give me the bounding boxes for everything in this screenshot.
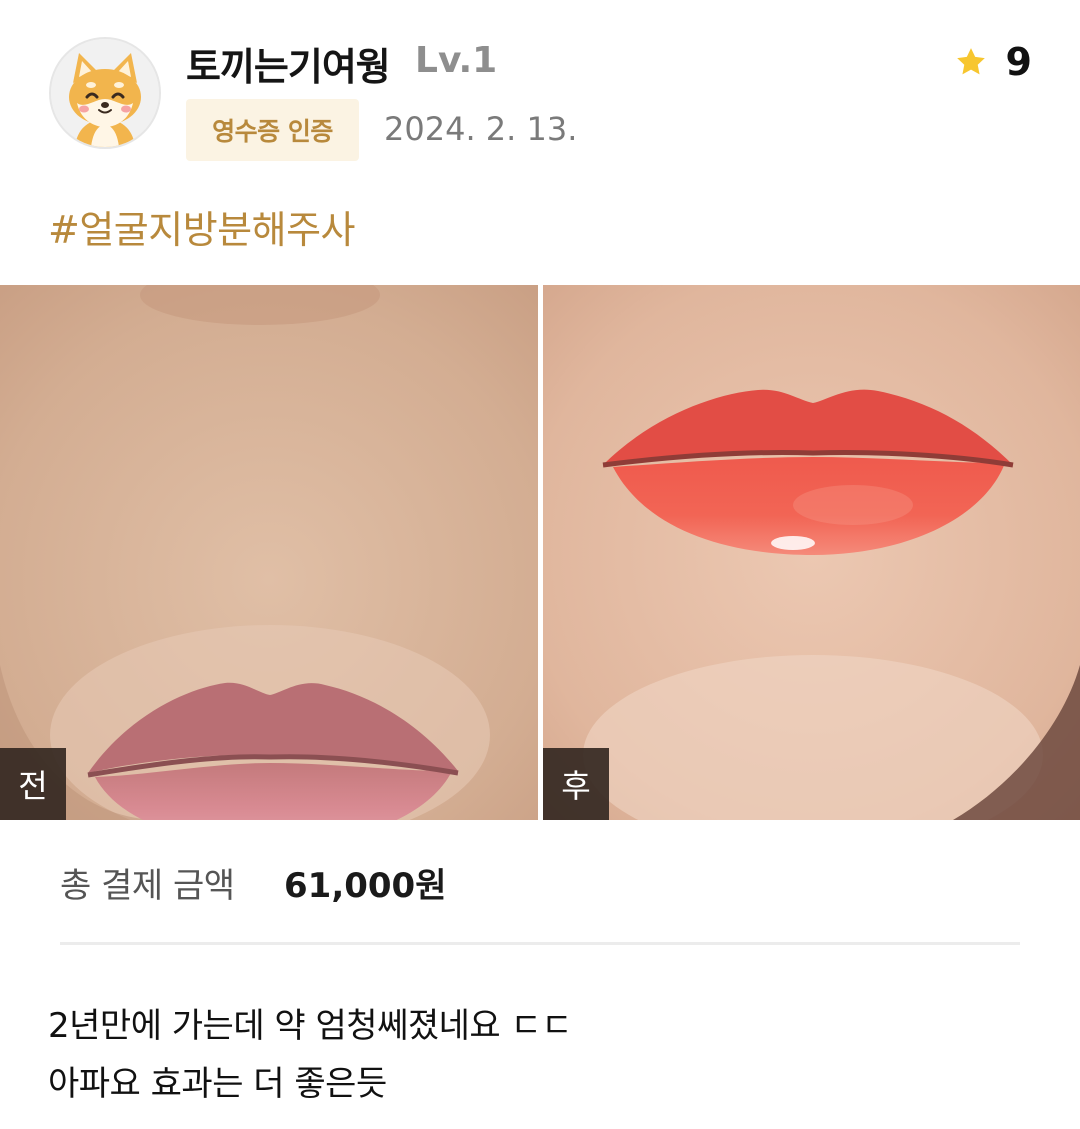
treatment-hashtag[interactable]: #얼굴지방분해주사 (48, 199, 356, 254)
shiba-dog-avatar-icon (51, 39, 159, 147)
post-date: 2024. 2. 13. (384, 110, 578, 148)
receipt-verified-badge: 영수증 인증 (186, 99, 359, 161)
review-line: 아파요 효과는 더 좋은듯 (48, 1064, 387, 1104)
after-lips-image (543, 285, 1080, 820)
before-label: 전 (0, 748, 66, 820)
before-lips-image (0, 285, 538, 820)
payment-amount: 61,000원 (284, 866, 447, 906)
payment-label: 총 결제 금액 (60, 866, 235, 906)
before-photo[interactable]: 전 (0, 285, 538, 820)
review-text: 2년만에 가는데 약 엄청쎄졌네요 ㄷㄷ 아파요 효과는 더 좋은듯 (48, 997, 573, 1113)
review-line: 2년만에 가는데 약 엄청쎄졌네요 ㄷㄷ (48, 1006, 573, 1046)
avatar[interactable] (49, 37, 161, 149)
rating: 9 (954, 40, 1032, 84)
rating-value: 9 (1005, 40, 1032, 84)
divider (60, 942, 1020, 945)
after-label: 후 (543, 748, 609, 820)
author-name[interactable]: 토끼는기여웡 (186, 36, 391, 91)
star-icon (956, 48, 985, 75)
author-level: Lv.1 (415, 40, 498, 81)
after-photo[interactable]: 후 (543, 285, 1080, 820)
